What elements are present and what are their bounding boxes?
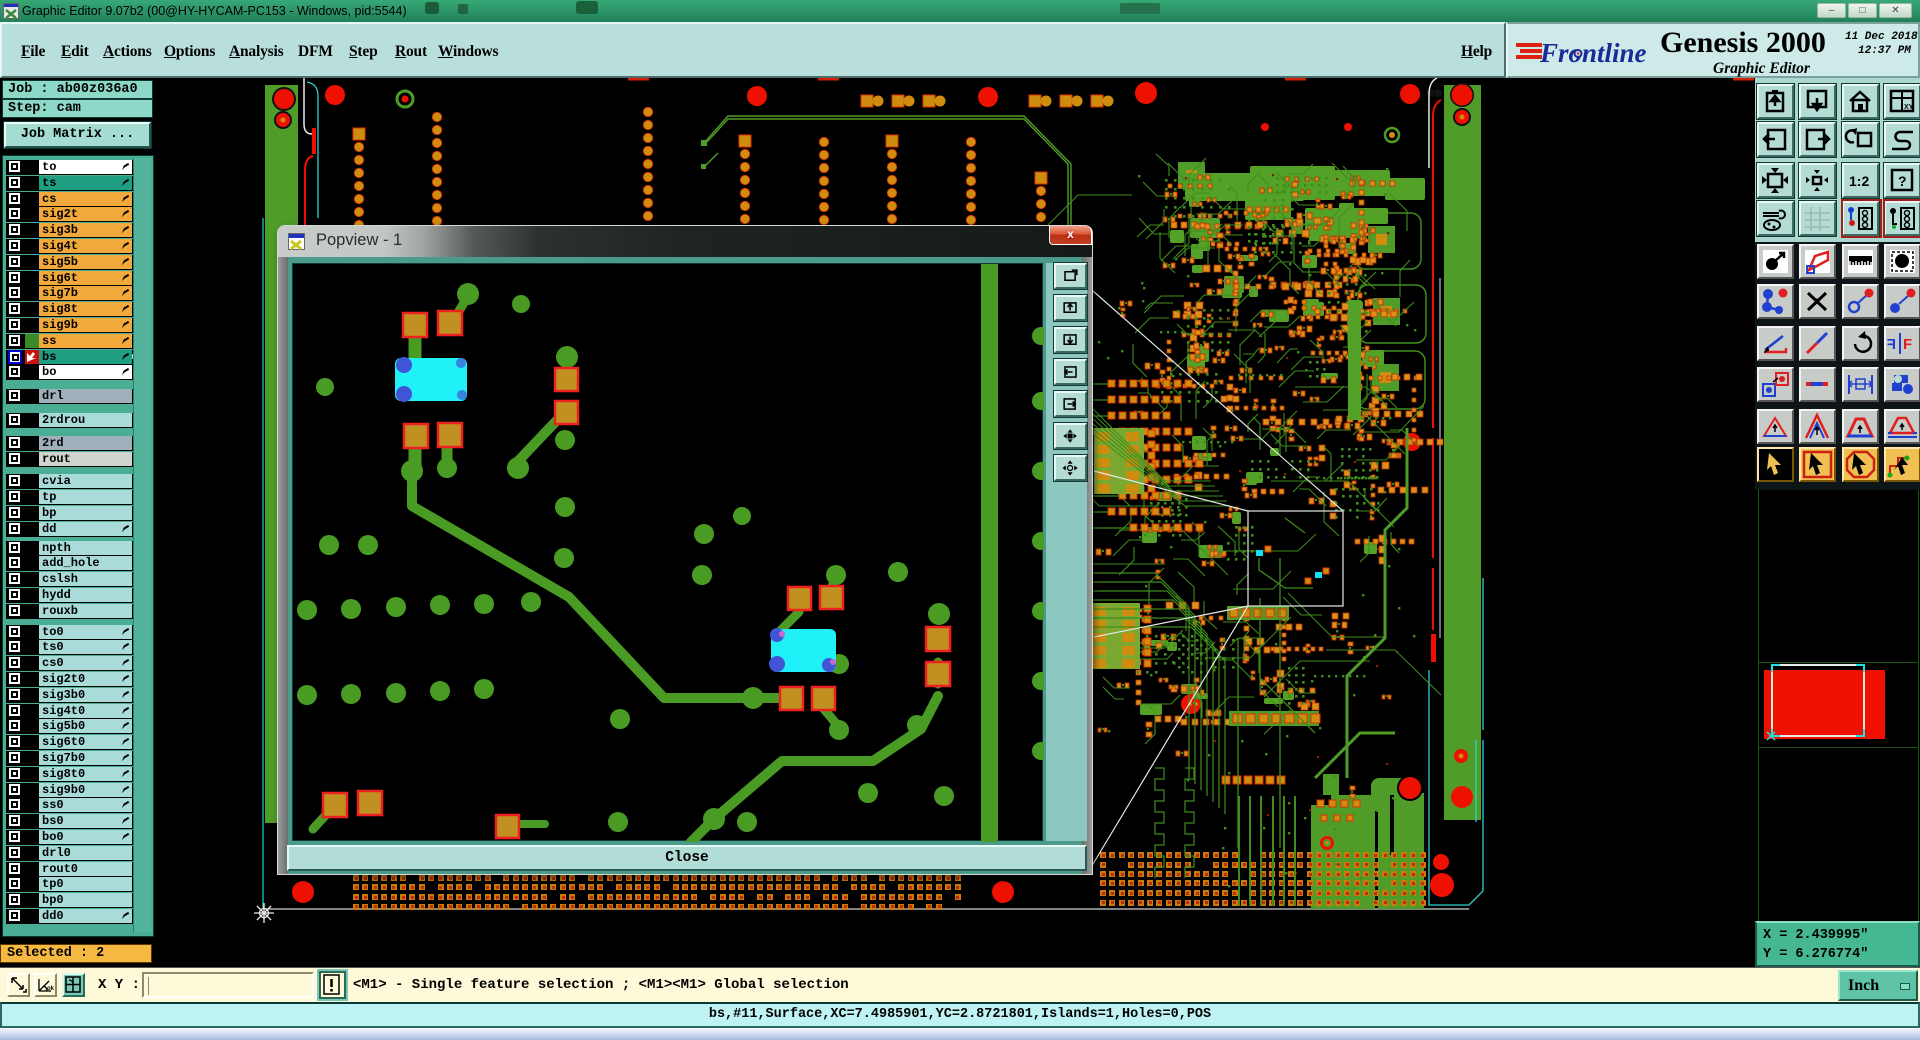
svg-text:F: F (1903, 336, 1912, 353)
svg-text:Frontline: Frontline (1539, 38, 1647, 68)
svg-text:XY: XY (1904, 104, 1914, 111)
svg-text:?: ? (1898, 173, 1907, 189)
svg-text:1:2: 1:2 (1849, 173, 1869, 189)
svg-text:ok: ok (47, 986, 55, 992)
svg-text:F: F (1887, 336, 1896, 353)
